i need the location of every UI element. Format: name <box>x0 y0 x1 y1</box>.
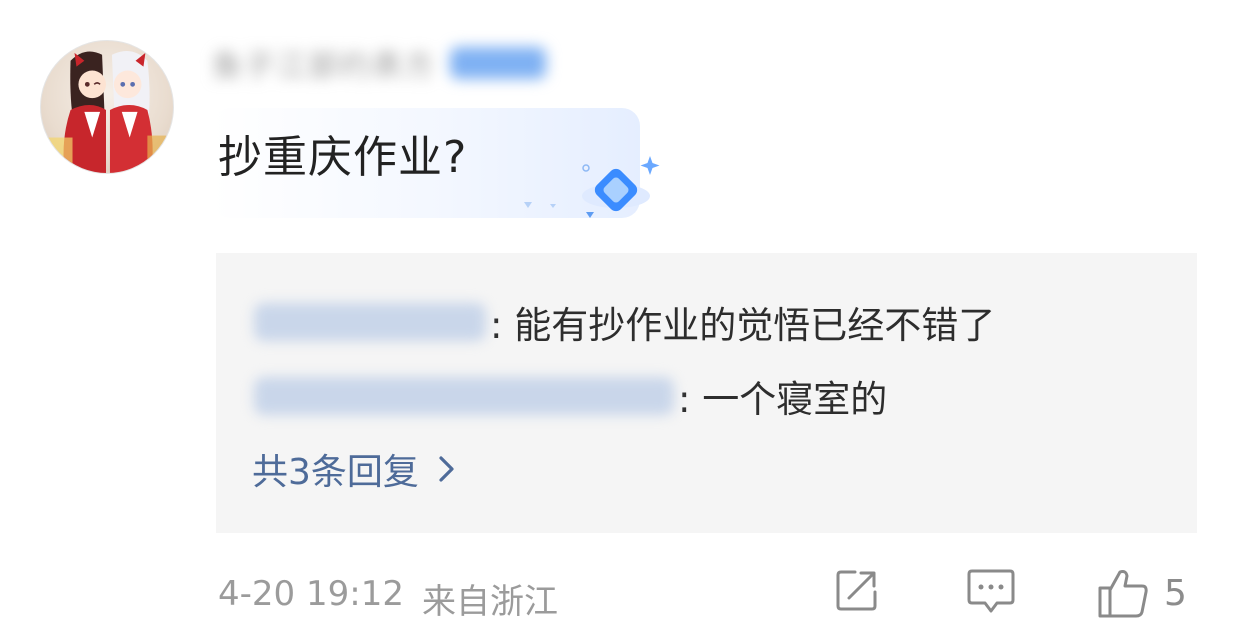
avatar-image <box>46 51 170 173</box>
share-icon <box>836 570 877 611</box>
share-button[interactable] <box>833 566 881 614</box>
user-badge <box>450 47 546 79</box>
comment-meta: 4-20 19:12 来自浙江 <box>218 574 558 623</box>
reply-author[interactable] <box>254 377 674 415</box>
reply-text: : 能有抄作业的觉悟已经不错了 <box>490 304 996 347</box>
view-all-replies-label: 共3条回复 <box>252 452 419 493</box>
avatar[interactable] <box>40 40 174 174</box>
comment-icon <box>967 569 1015 613</box>
view-all-replies-link[interactable]: 共3条回复 <box>252 443 457 495</box>
comment-location: 来自浙江 <box>421 582 558 622</box>
reply-button[interactable] <box>965 566 1017 616</box>
like-count: 5 <box>1164 572 1187 614</box>
replies-panel[interactable]: : 能有抄作业的觉悟已经不错了 : 一个寝室的 共3条回复 <box>216 253 1197 533</box>
diamond-badge-icon <box>524 156 660 218</box>
comment-card: 鱼子江部约表方 抄重庆作业? : 能有抄作业的觉悟已经不错了 : 一个寝室的 共… <box>0 0 1239 633</box>
like-button[interactable]: 5 <box>1096 566 1187 620</box>
comment-text: 抄重庆作业? <box>218 132 468 183</box>
reply-author[interactable] <box>254 303 486 341</box>
reply-item[interactable]: : 能有抄作业的觉悟已经不错了 <box>254 295 995 349</box>
reply-text: : 一个寝室的 <box>678 378 888 421</box>
username-text: 鱼子江部约表方 <box>212 49 436 84</box>
thumbs-up-icon <box>1098 570 1148 618</box>
chevron-right-icon <box>439 456 454 482</box>
comment-time: 4-20 19:12 <box>218 574 404 614</box>
reply-item[interactable]: : 一个寝室的 <box>254 369 887 423</box>
username[interactable]: 鱼子江部约表方 <box>212 40 546 86</box>
